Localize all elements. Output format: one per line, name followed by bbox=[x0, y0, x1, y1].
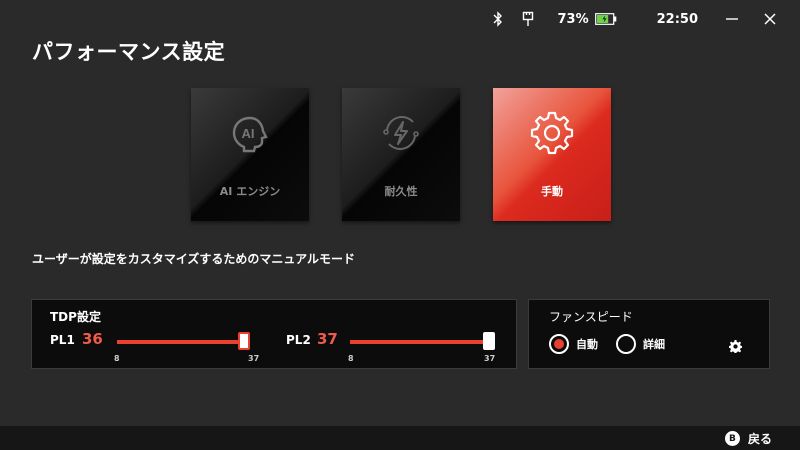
close-button[interactable] bbox=[762, 11, 778, 27]
fan-title: ファンスピード bbox=[549, 310, 633, 324]
pl2-slider-thumb[interactable] bbox=[483, 332, 495, 350]
pl2-slider[interactable] bbox=[350, 332, 495, 350]
ac-adapter-icon bbox=[521, 10, 535, 28]
bluetooth-icon bbox=[491, 10, 505, 28]
tdp-settings-panel: TDP設定 PL1 36 8 37 PL2 37 8 37 bbox=[31, 299, 517, 369]
b-button-icon: B bbox=[724, 431, 740, 446]
mode-selector: AI AI エンジン 耐久性 手動 bbox=[191, 88, 611, 221]
clock: 22:50 bbox=[656, 11, 698, 27]
fan-radio-auto[interactable]: 自動 bbox=[549, 334, 598, 354]
pl1-min-label: 8 bbox=[114, 354, 120, 363]
pl2-label: PL2 bbox=[286, 333, 311, 347]
mode-tile-endurance[interactable]: 耐久性 bbox=[342, 88, 460, 221]
mode-tile-ai-engine[interactable]: AI AI エンジン bbox=[191, 88, 309, 221]
mode-tile-manual[interactable]: 手動 bbox=[493, 88, 611, 221]
fan-radio-auto-label: 自動 bbox=[576, 338, 598, 351]
pl2-max-label: 37 bbox=[484, 354, 496, 363]
mode-label: AI エンジン bbox=[219, 185, 281, 198]
pl2-min-label: 8 bbox=[348, 354, 354, 363]
ai-icon: AI bbox=[227, 110, 273, 156]
pl1-label: PL1 bbox=[50, 333, 75, 347]
tdp-title: TDP設定 bbox=[50, 310, 101, 324]
back-button[interactable]: B 戻る bbox=[724, 430, 772, 447]
fan-speed-panel: ファンスピード 自動 詳細 bbox=[528, 299, 770, 369]
mode-description: ユーザーが設定をカスタマイズするためのマニュアルモード bbox=[32, 252, 356, 266]
fan-radio-detail-label: 詳細 bbox=[643, 338, 665, 351]
pl1-slider-fill bbox=[117, 340, 245, 344]
pl1-max-label: 37 bbox=[248, 354, 260, 363]
svg-text:AI: AI bbox=[242, 126, 255, 141]
pl2-slider-fill bbox=[350, 340, 489, 344]
lightning-icon bbox=[378, 110, 424, 156]
radio-unselected-icon bbox=[616, 334, 636, 354]
battery-percentage: 73% bbox=[557, 11, 589, 27]
radio-selected-icon bbox=[549, 334, 569, 354]
pl1-slider-thumb[interactable] bbox=[238, 332, 251, 350]
fan-radio-detail[interactable]: 詳細 bbox=[616, 334, 665, 354]
mode-label: 手動 bbox=[541, 185, 563, 198]
back-label: 戻る bbox=[747, 432, 772, 446]
footer-bar: B 戻る bbox=[0, 426, 800, 450]
status-bar: 73% 22:50 bbox=[491, 8, 778, 30]
pl2-value: 37 bbox=[317, 330, 338, 348]
fan-settings-gear-icon[interactable] bbox=[729, 338, 742, 353]
pl1-slider[interactable] bbox=[117, 332, 251, 350]
page-title: パフォーマンス設定 bbox=[32, 40, 226, 64]
battery-charging-icon bbox=[594, 13, 617, 25]
minimize-button[interactable] bbox=[724, 11, 740, 27]
pl1-value: 36 bbox=[82, 330, 103, 348]
gear-icon bbox=[529, 110, 575, 156]
mode-label: 耐久性 bbox=[384, 185, 418, 198]
